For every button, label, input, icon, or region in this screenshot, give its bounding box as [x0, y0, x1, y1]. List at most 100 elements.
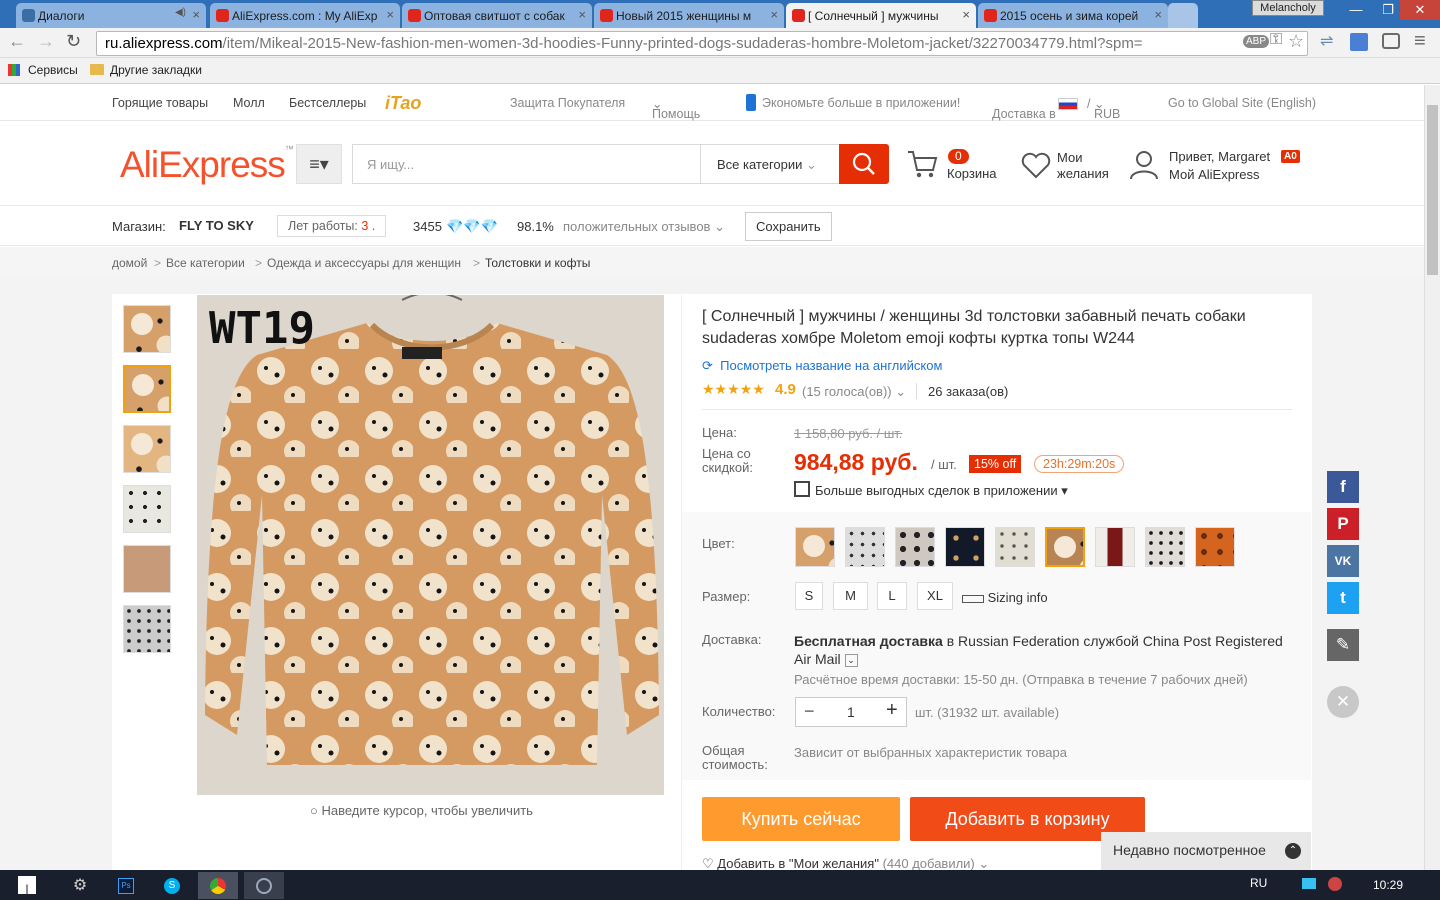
- size-option-l[interactable]: L: [877, 582, 907, 610]
- store-name-link[interactable]: FLY TO SKY: [179, 218, 254, 233]
- close-tab-icon[interactable]: ×: [578, 7, 586, 22]
- twitter-share-icon[interactable]: t: [1327, 582, 1359, 614]
- product-thumbnail[interactable]: [123, 545, 171, 593]
- shipping-dropdown-icon[interactable]: ⌄: [844, 653, 858, 667]
- bookmark-other[interactable]: Другие закладки: [110, 63, 202, 77]
- breadcrumb-all-categories[interactable]: Все категории: [166, 256, 245, 270]
- nav-mall[interactable]: Молл: [233, 96, 265, 110]
- bookmark-star-icon[interactable]: ☆: [1288, 31, 1304, 52]
- account-button[interactable]: [1128, 149, 1160, 184]
- color-swatch[interactable]: [1195, 527, 1235, 567]
- color-swatch[interactable]: [995, 527, 1035, 567]
- windows-start-icon[interactable]: [18, 876, 36, 894]
- close-tab-icon[interactable]: ×: [386, 7, 394, 22]
- clock[interactable]: 10:29: [1373, 878, 1403, 892]
- close-tab-icon[interactable]: ×: [192, 7, 200, 22]
- my-aliexpress-link[interactable]: Мой AliExpress: [1169, 167, 1260, 182]
- color-swatch[interactable]: [795, 527, 835, 567]
- chrome-taskbar-icon[interactable]: [198, 872, 238, 899]
- network-icon[interactable]: [1302, 878, 1316, 889]
- nav-bestsellers[interactable]: Бестселлеры: [289, 96, 366, 110]
- search-input[interactable]: Я ищу...: [352, 144, 702, 184]
- bookmark-services[interactable]: Сервисы: [28, 63, 78, 77]
- app-taskbar-icon[interactable]: [244, 872, 284, 899]
- vk-share-icon[interactable]: VK: [1327, 545, 1359, 577]
- categories-menu-button[interactable]: ≡▾: [296, 144, 342, 184]
- breadcrumb-women-clothing[interactable]: Одежда и аксессуары для женщин: [267, 256, 461, 270]
- close-tab-icon[interactable]: ×: [1154, 7, 1162, 22]
- browser-tab[interactable]: Оптовая свитшот с собак ×: [402, 3, 592, 28]
- edit-icon[interactable]: ✎: [1327, 629, 1359, 661]
- product-thumbnail-selected[interactable]: [123, 365, 171, 413]
- nav-help[interactable]: Помощь ⌄: [652, 96, 700, 121]
- color-swatch[interactable]: [1145, 527, 1185, 567]
- translate-icon[interactable]: [1350, 33, 1368, 51]
- size-option-s[interactable]: S: [795, 582, 823, 610]
- nav-currency[interactable]: / RUB ⌄: [1087, 96, 1120, 121]
- nav-hot-deals[interactable]: Горящие товары: [112, 96, 208, 110]
- app-deals-link[interactable]: Больше выгодных сделок в приложении ▾: [815, 483, 1068, 499]
- wishlist-button[interactable]: [1020, 151, 1052, 182]
- scrollbar-thumb[interactable]: [1427, 105, 1438, 275]
- browser-tab[interactable]: Диалоги ◀) ×: [16, 3, 206, 28]
- browser-tab[interactable]: 2015 осень и зима корей ×: [978, 3, 1168, 28]
- votes-link[interactable]: (15 голоса(ов)) ⌄: [802, 384, 906, 400]
- decrease-button[interactable]: −: [804, 701, 815, 722]
- language-indicator[interactable]: RU: [1250, 876, 1267, 890]
- breadcrumb-home[interactable]: домой: [112, 256, 147, 270]
- store-score[interactable]: 3455: [413, 219, 442, 234]
- extension-icon[interactable]: ⇌: [1320, 31, 1333, 51]
- facebook-share-icon[interactable]: f: [1327, 471, 1359, 503]
- color-swatch[interactable]: [945, 527, 985, 567]
- page-scrollbar[interactable]: [1424, 85, 1440, 870]
- tray-app-icon[interactable]: [1328, 877, 1342, 891]
- photoshop-icon[interactable]: Ps: [106, 872, 146, 899]
- skype-icon[interactable]: S: [152, 872, 192, 899]
- close-tab-icon[interactable]: ×: [962, 7, 970, 22]
- close-window-icon[interactable]: ✕: [1400, 0, 1440, 20]
- buy-now-button[interactable]: Купить сейчас: [702, 797, 900, 841]
- product-thumbnail[interactable]: [123, 425, 171, 473]
- chat-icon[interactable]: [1382, 33, 1400, 49]
- browser-tab[interactable]: AliExpress.com : My AliExp ×: [210, 3, 400, 28]
- menu-icon[interactable]: ≡: [1414, 30, 1426, 53]
- cart-label[interactable]: Корзина: [947, 166, 997, 181]
- back-icon[interactable]: ←: [8, 31, 26, 52]
- store-positive-label[interactable]: положительных отзывов ⌄: [563, 219, 725, 235]
- close-tab-icon[interactable]: ×: [770, 7, 778, 22]
- size-option-m[interactable]: M: [833, 582, 868, 610]
- minimize-icon[interactable]: —: [1340, 0, 1372, 20]
- browser-tab[interactable]: Новый 2015 женщины м ×: [594, 3, 784, 28]
- size-option-xl[interactable]: XL: [917, 582, 953, 610]
- quantity-input[interactable]: 1: [847, 704, 855, 720]
- profile-badge[interactable]: Melancholy: [1252, 0, 1324, 16]
- pinterest-share-icon[interactable]: P: [1327, 508, 1359, 540]
- nav-app[interactable]: Экономьте больше в приложении!: [762, 96, 960, 110]
- color-swatch-selected[interactable]: [1045, 527, 1085, 567]
- color-swatch[interactable]: [895, 527, 935, 567]
- close-share-icon[interactable]: ✕: [1327, 686, 1359, 718]
- key-icon[interactable]: ⚿: [1270, 31, 1282, 49]
- cart-button[interactable]: [906, 148, 940, 183]
- increase-button[interactable]: +: [886, 699, 898, 722]
- sizing-info-link[interactable]: Sizing info: [962, 590, 1048, 605]
- forward-icon[interactable]: →: [37, 31, 55, 52]
- steam-icon[interactable]: ⚙: [60, 872, 100, 899]
- save-store-button[interactable]: Сохранить: [745, 212, 832, 241]
- adblock-icon[interactable]: ABP: [1243, 35, 1270, 48]
- product-thumbnail[interactable]: [123, 485, 171, 533]
- aliexpress-logo[interactable]: AliExpress™: [120, 144, 294, 186]
- product-thumbnail[interactable]: [123, 605, 171, 653]
- color-swatch[interactable]: [1095, 527, 1135, 567]
- recently-viewed-panel[interactable]: Недавно посмотренное ⌃: [1101, 832, 1311, 870]
- color-swatch[interactable]: [845, 527, 885, 567]
- product-thumbnail[interactable]: [123, 305, 171, 353]
- nav-global-site[interactable]: Go to Global Site (English): [1168, 96, 1316, 110]
- reload-icon[interactable]: ↻: [66, 31, 81, 52]
- chevron-up-icon[interactable]: ⌃: [1285, 843, 1301, 859]
- new-tab-button[interactable]: [1168, 3, 1198, 28]
- nav-buyer-protection[interactable]: Защита Покупателя: [510, 96, 625, 110]
- translate-link[interactable]: ⟳ Посмотреть название на английском: [702, 358, 942, 374]
- search-button[interactable]: [839, 144, 889, 184]
- category-select[interactable]: Все категории ⌄: [700, 144, 840, 184]
